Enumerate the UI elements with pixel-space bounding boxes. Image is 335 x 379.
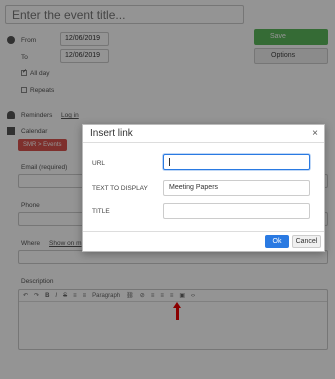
dialog-header: Insert link × <box>83 125 324 143</box>
insert-link-dialog: Insert link × URL TEXT TO DISPLAY Meetin… <box>82 124 325 252</box>
ok-button[interactable]: Ok <box>265 235 289 248</box>
dialog-title: Insert link <box>90 128 133 139</box>
url-input[interactable] <box>163 154 310 170</box>
text-to-display-input[interactable]: Meeting Papers <box>163 180 310 196</box>
text-to-display-label: TEXT TO DISPLAY <box>92 185 148 192</box>
title-label: TITLE <box>92 208 110 215</box>
close-icon[interactable]: × <box>312 128 318 139</box>
title-input[interactable] <box>163 203 310 219</box>
url-label: URL <box>92 160 106 167</box>
dialog-footer: Ok Cancel <box>83 231 324 251</box>
cancel-button[interactable]: Cancel <box>292 235 321 248</box>
text-caret <box>169 158 170 166</box>
